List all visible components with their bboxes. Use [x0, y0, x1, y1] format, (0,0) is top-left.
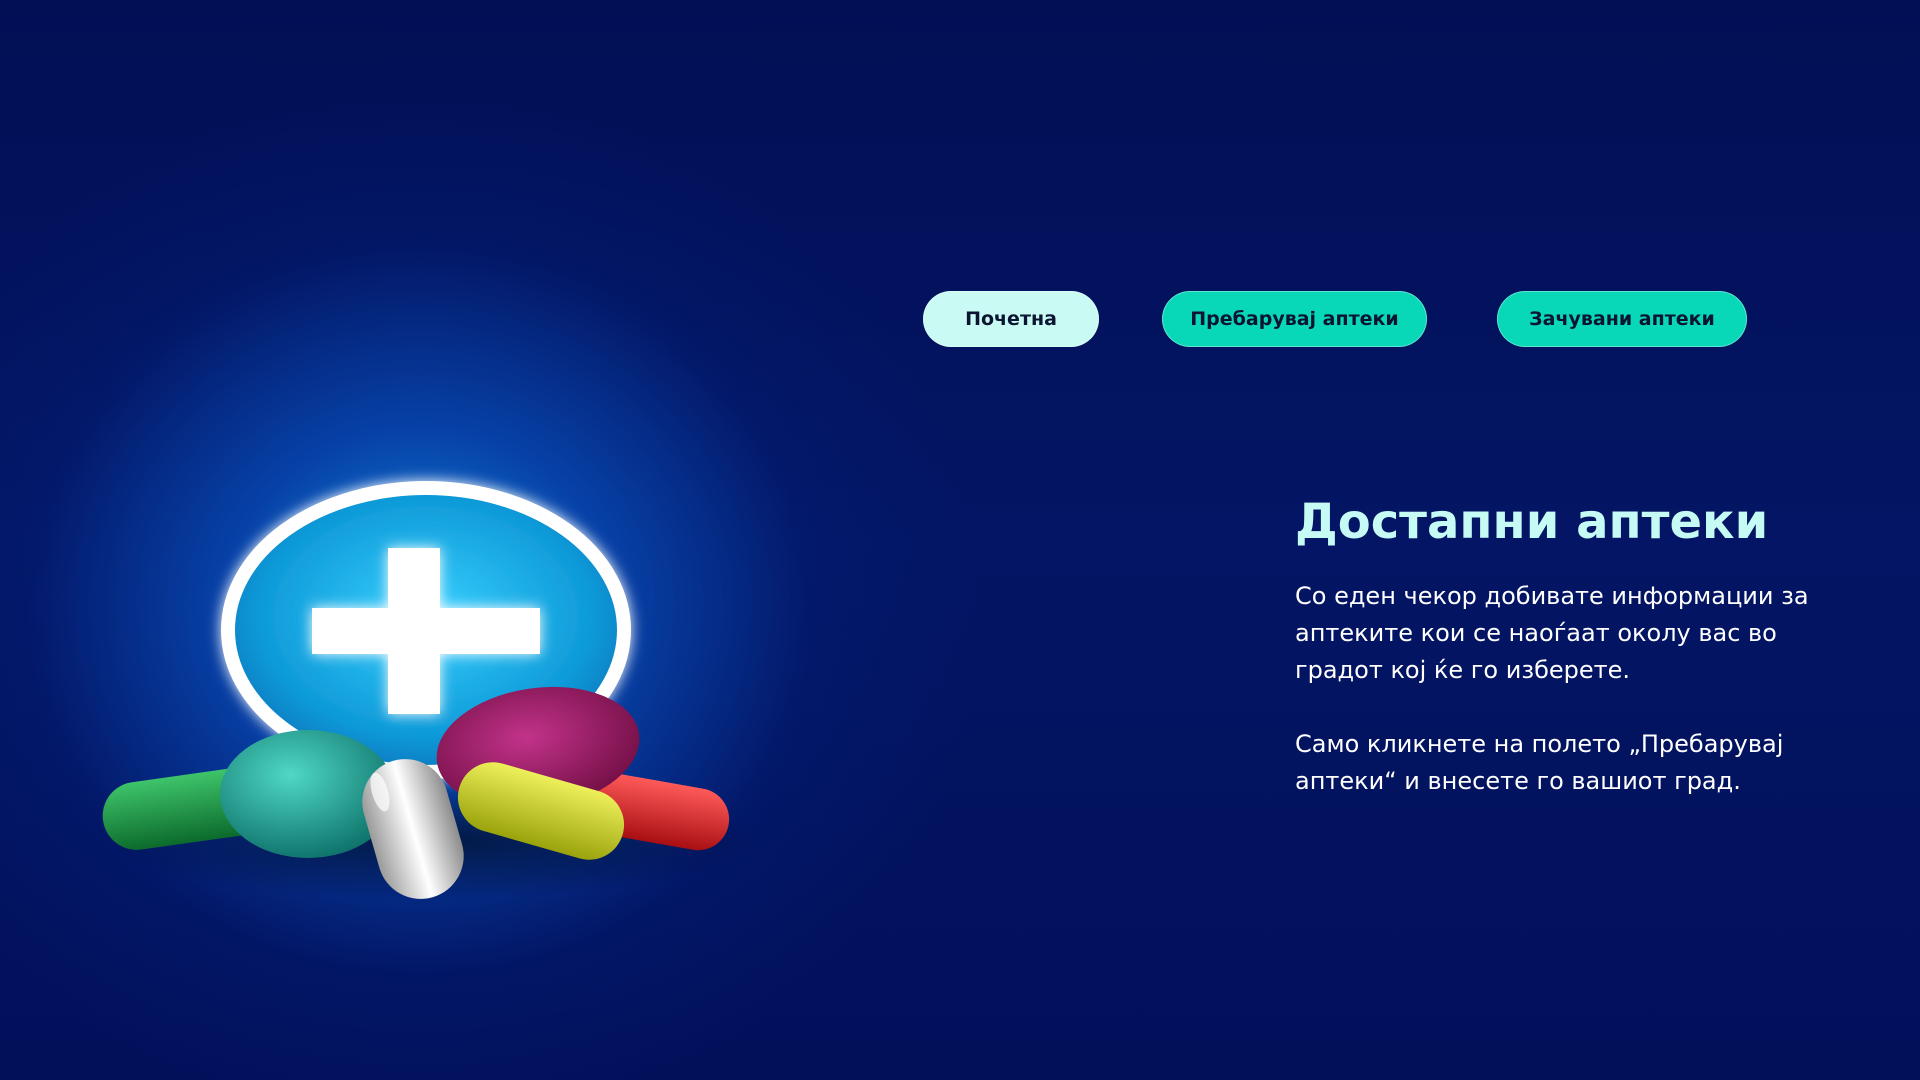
hero-content: Достапни аптеки Со еден чекор добивате и… — [1295, 488, 1855, 800]
medical-cross-pills-icon — [100, 481, 760, 900]
saved-pharmacies-nav-button[interactable]: Зачувани аптеки — [1497, 291, 1747, 347]
page-title: Достапни аптеки — [1295, 494, 1769, 550]
home-nav-button[interactable]: Почетна — [923, 291, 1099, 347]
instruction-paragraph: Само кликнете на полето „Пребарувај апте… — [1295, 730, 1784, 795]
search-pharmacies-nav-button[interactable]: Пребарувај аптеки — [1162, 291, 1427, 347]
main-navigation: Почетна Пребарувај аптеки Зачувани аптек… — [0, 291, 1920, 347]
intro-paragraph: Со еден чекор добивате информации за апт… — [1295, 582, 1809, 684]
